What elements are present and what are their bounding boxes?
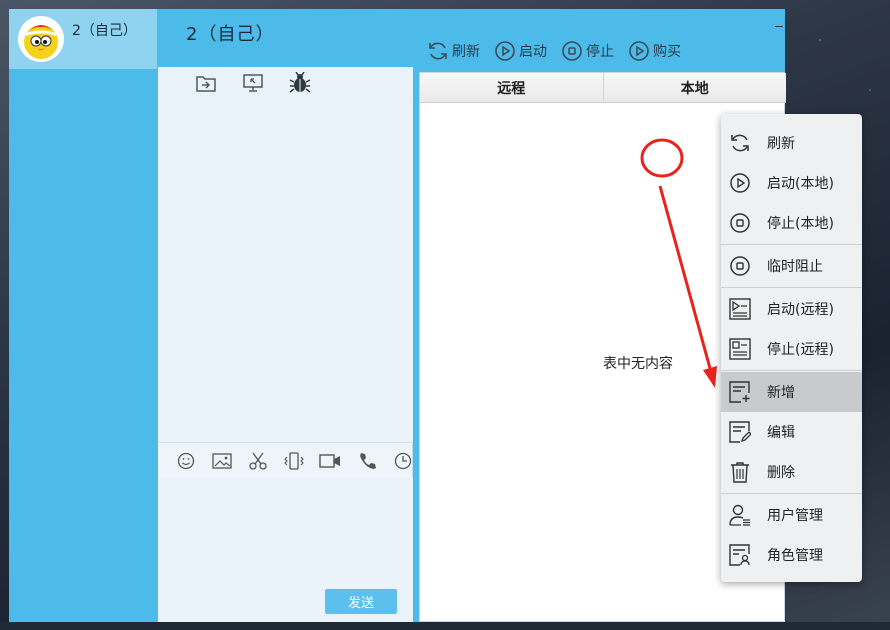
shake-icon[interactable] xyxy=(283,450,304,472)
menu-label: 新增 xyxy=(767,385,795,401)
phone-icon[interactable] xyxy=(356,450,377,472)
stop-circle-icon xyxy=(562,41,582,61)
menu-separator xyxy=(721,493,862,494)
context-menu: 刷新 启动(本地) 停止(本地) 临时阻止 启动(远程) 停止(远程) 新增 编… xyxy=(721,114,862,582)
block-circle-icon xyxy=(728,254,752,278)
scissors-icon[interactable] xyxy=(247,450,268,472)
video-icon[interactable] xyxy=(319,450,341,472)
menu-item-user-manage[interactable]: 用户管理 xyxy=(721,495,862,535)
play-circle-icon xyxy=(495,41,515,61)
column-header-local[interactable]: 本地 xyxy=(604,73,787,102)
menu-label: 删除 xyxy=(767,465,795,481)
refresh-icon xyxy=(429,42,447,60)
column-header-remote[interactable]: 远程 xyxy=(420,73,604,102)
user-manage-icon xyxy=(728,503,752,527)
refresh-button[interactable]: 刷新 xyxy=(427,40,480,62)
edit-note-icon xyxy=(728,420,752,444)
menu-label: 临时阻止 xyxy=(767,259,823,275)
stop-label: 停止 xyxy=(586,44,614,60)
add-note-icon xyxy=(728,380,752,404)
trash-icon xyxy=(728,460,752,484)
main-toolbar: 刷新 启动 停止 购买 xyxy=(427,39,681,63)
chat-toolbar xyxy=(158,67,413,99)
stop-circle-icon xyxy=(728,211,752,235)
menu-label: 停止(远程) xyxy=(767,342,834,358)
send-button[interactable]: 发送 xyxy=(325,589,397,614)
menu-label: 编辑 xyxy=(767,425,795,441)
menu-label: 停止(本地) xyxy=(767,216,834,232)
table-header: 远程 本地 xyxy=(420,73,786,103)
menu-item-start-local[interactable]: 启动(本地) xyxy=(721,163,862,203)
menu-label: 启动(本地) xyxy=(767,176,834,192)
remote-stop-icon xyxy=(728,337,752,361)
role-manage-icon xyxy=(728,543,752,567)
remote-start-icon xyxy=(728,297,752,321)
contacts-sidebar: 2（自己） xyxy=(9,9,157,622)
play-circle-icon xyxy=(728,171,752,195)
chat-message-area[interactable] xyxy=(158,99,413,442)
menu-item-delete[interactable]: 删除 xyxy=(721,452,862,492)
table-empty-text: 表中无内容 xyxy=(603,356,673,372)
buy-button[interactable]: 购买 xyxy=(628,40,681,62)
chat-title: 2（自己） xyxy=(186,24,275,45)
menu-item-add[interactable]: 新增 xyxy=(721,372,862,412)
menu-label: 用户管理 xyxy=(767,508,823,524)
menu-item-edit[interactable]: 编辑 xyxy=(721,412,862,452)
chat-panel: 发送 xyxy=(158,67,413,622)
start-label: 启动 xyxy=(519,44,547,60)
refresh-icon xyxy=(728,131,752,155)
buy-label: 购买 xyxy=(653,44,681,60)
app-window: 2（自己） 2（自己） 发送 刷新 启动 停止 购买 远程 本地 表中无内容 xyxy=(9,9,786,622)
contact-name: 2（自己） xyxy=(72,23,137,39)
play-circle-icon xyxy=(629,41,649,61)
avatar xyxy=(18,16,64,62)
stop-button[interactable]: 停止 xyxy=(561,40,614,62)
menu-separator xyxy=(721,370,862,371)
image-icon[interactable] xyxy=(211,450,232,472)
menu-item-refresh[interactable]: 刷新 xyxy=(721,123,862,163)
menu-item-start-remote[interactable]: 启动(远程) xyxy=(721,289,862,329)
desktop-bottom-strip xyxy=(0,622,890,630)
menu-item-stop-remote[interactable]: 停止(远程) xyxy=(721,329,862,369)
minimize-icon[interactable] xyxy=(775,26,783,27)
menu-label: 启动(远程) xyxy=(767,302,834,318)
menu-item-stop-local[interactable]: 停止(本地) xyxy=(721,203,862,243)
menu-label: 角色管理 xyxy=(767,548,823,564)
folder-transfer-icon[interactable] xyxy=(194,71,218,95)
menu-separator xyxy=(721,244,862,245)
menu-item-temp-block[interactable]: 临时阻止 xyxy=(721,246,862,286)
emoji-icon[interactable] xyxy=(175,450,196,472)
menu-item-role-manage[interactable]: 角色管理 xyxy=(721,535,862,575)
screen-share-icon[interactable] xyxy=(241,71,265,95)
menu-separator xyxy=(721,287,862,288)
clock-icon[interactable] xyxy=(392,450,413,472)
chat-input-toolbar xyxy=(158,442,413,478)
bug-icon[interactable] xyxy=(288,71,312,95)
refresh-label: 刷新 xyxy=(452,44,480,60)
menu-label: 刷新 xyxy=(767,136,795,152)
start-button[interactable]: 启动 xyxy=(494,40,547,62)
contact-item-self[interactable]: 2（自己） xyxy=(9,9,157,69)
